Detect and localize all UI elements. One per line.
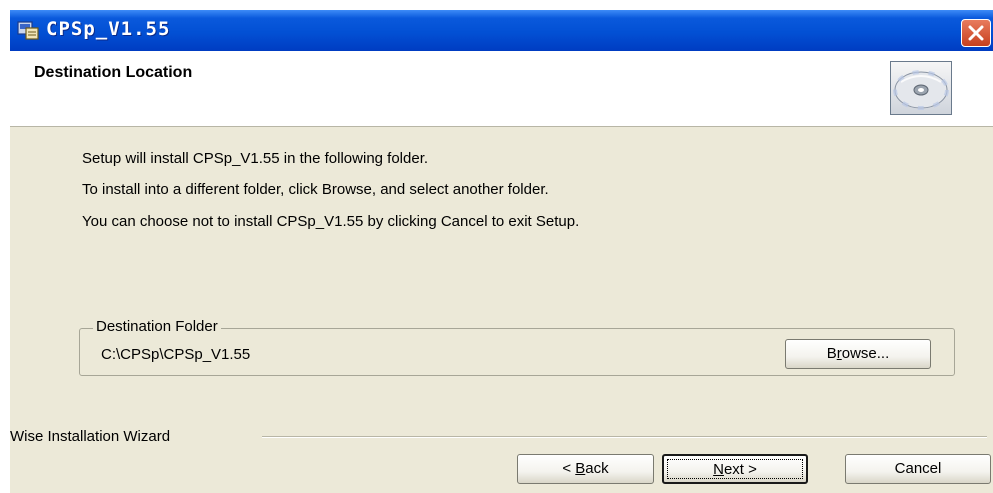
destination-path: C:\CPSp\CPSp_V1.55	[101, 346, 251, 363]
info-line-2: To install into a different folder, clic…	[82, 181, 549, 198]
title-bar[interactable]: CPSp_V1.55	[10, 10, 993, 51]
next-button[interactable]: Next >	[662, 454, 808, 484]
close-icon	[968, 25, 984, 41]
next-button-label: Next >	[713, 461, 757, 478]
window-title: CPSp_V1.55	[46, 18, 171, 40]
footer-separator	[262, 436, 987, 438]
cancel-button[interactable]: Cancel	[845, 454, 991, 484]
wizard-brand-label: Wise Installation Wizard	[10, 428, 171, 445]
cd-icon	[890, 61, 952, 115]
page-title: Destination Location	[34, 64, 193, 81]
destination-folder-label: Destination Folder	[93, 318, 221, 335]
back-button[interactable]: < Back	[517, 454, 654, 484]
installer-app-icon	[16, 19, 40, 41]
browse-button[interactable]: Browse...	[785, 339, 931, 369]
info-line-3: You can choose not to install CPSp_V1.55…	[82, 213, 580, 230]
installer-window: CPSp_V1.55 Destination Location Setup wi…	[10, 10, 993, 493]
close-button[interactable]	[961, 19, 991, 47]
back-button-label: < Back	[562, 460, 609, 477]
info-line-1: Setup will install CPSp_V1.55 in the fol…	[82, 150, 429, 167]
header-panel: Destination Location	[10, 51, 993, 127]
cancel-button-label: Cancel	[894, 460, 942, 477]
browse-button-label: Browse...	[826, 345, 890, 362]
